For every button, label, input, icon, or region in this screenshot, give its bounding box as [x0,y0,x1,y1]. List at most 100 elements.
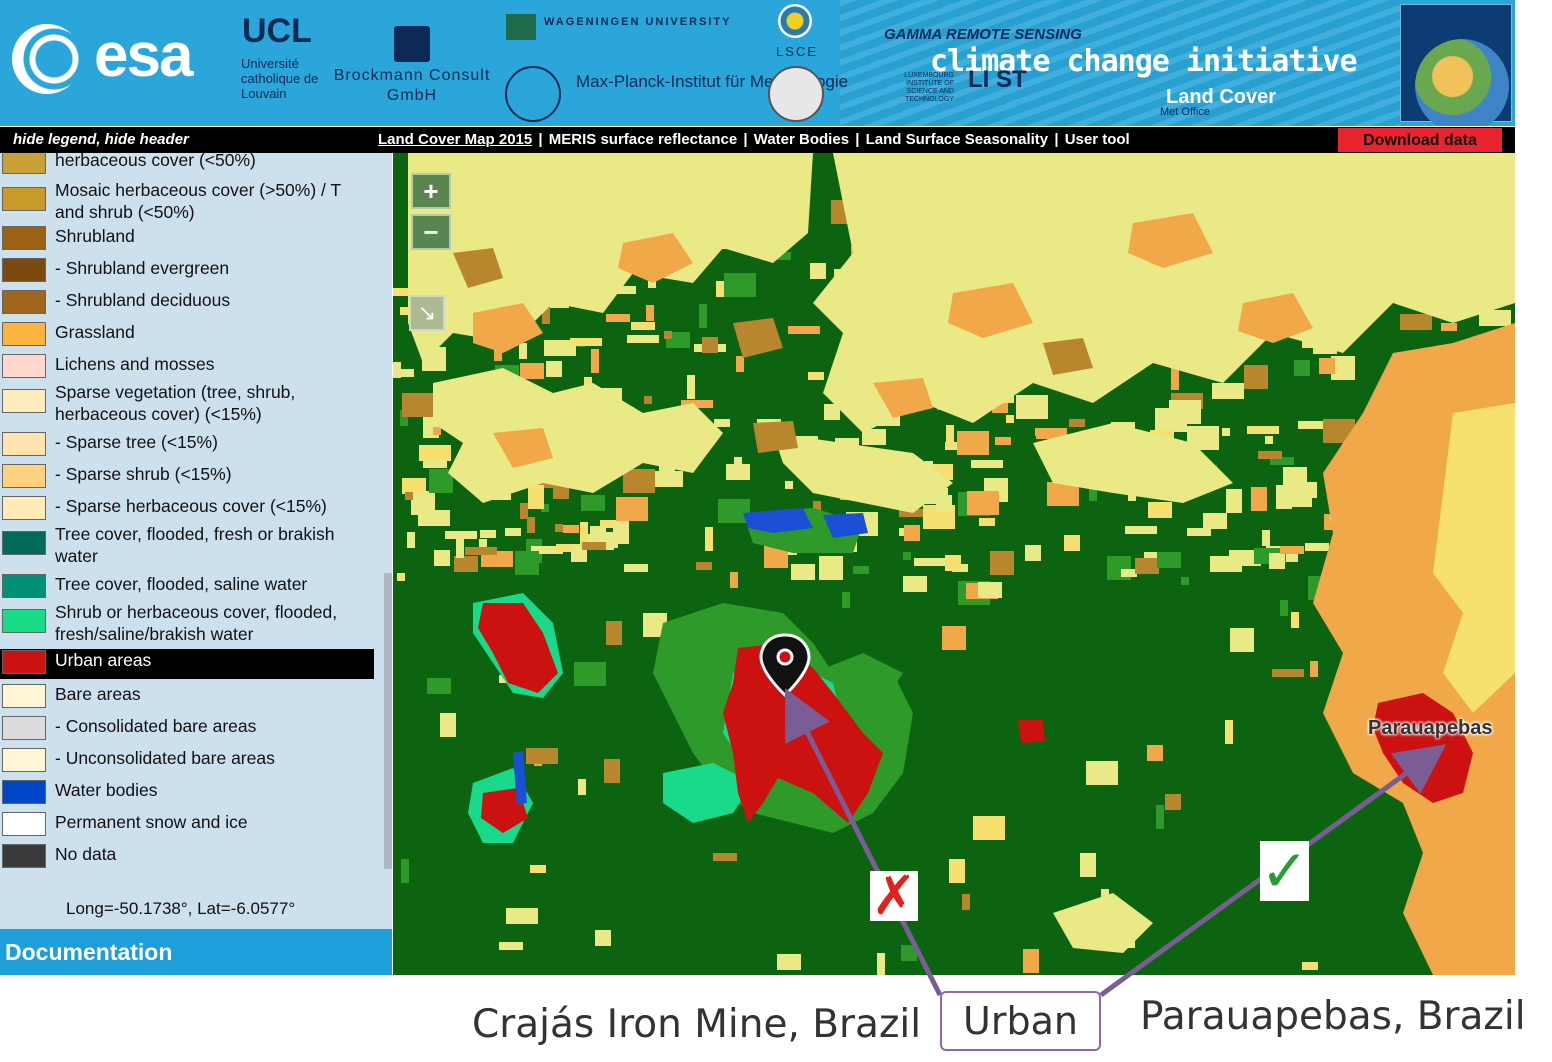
legend-item[interactable]: - Shrubland evergreen [0,257,374,283]
landcover-pixel [627,335,659,343]
landcover-pixel [434,550,450,566]
legend-item[interactable]: - Sparse shrub (<15%) [0,463,374,489]
caption-parauapebas: Parauapebas, Brazil [1140,994,1526,1039]
landcover-pixel [398,369,414,377]
legend-label: Water bodies [55,780,158,800]
landcover-pixel [526,748,558,764]
link-land-cover-map[interactable]: Land Cover Map 2015 [378,131,532,148]
legend-item[interactable]: Mosaic herbaceous cover (>50%) / T and s… [0,179,374,223]
landcover-pixel [1265,436,1273,444]
land-cover-map[interactable]: + − ↘ Parauapebas [393,153,1515,975]
legend-swatch [2,432,46,456]
link-separator: | [1054,131,1059,148]
link-user-tool[interactable]: User tool [1065,131,1130,148]
landcover-pixel [904,525,920,541]
landcover-pixel [1251,487,1267,511]
zoom-in-button[interactable]: + [411,173,451,209]
map-canvas[interactable] [393,153,1515,975]
legend-swatch [2,389,46,413]
landcover-pixel [1156,805,1164,829]
legend-item[interactable]: Permanent snow and ice [0,811,374,837]
link-land-surface-seasonality[interactable]: Land Surface Seasonality [866,131,1049,148]
landcover-pixel [942,626,966,650]
landcover-pixel [423,460,447,468]
legend-item[interactable]: - Shrubland deciduous [0,289,374,315]
landcover-pixel [646,305,654,321]
esa-logo-text: esa [94,21,193,90]
legend-item[interactable]: herbaceous cover (<50%) [0,153,374,174]
landcover-pixel [578,779,586,795]
legend-item[interactable]: Sparse vegetation (tree, shrub, herbaceo… [0,381,374,425]
legend-item[interactable]: - Sparse tree (<15%) [0,431,374,457]
landcover-pixel [393,288,409,296]
landcover-pixel [590,526,606,542]
landcover-pixel [1023,949,1039,973]
legend-item[interactable]: Shrubland [0,225,374,251]
documentation-header[interactable]: Documentation [0,929,392,975]
legend-scrollbar[interactable] [384,573,392,869]
landcover-pixel [1280,546,1304,554]
link-meris-reflectance[interactable]: MERIS surface reflectance [549,131,737,148]
hide-legend-header-link[interactable]: hide legend, hide header [13,131,189,148]
landcover-pixel [714,419,730,427]
legend-item[interactable]: Grassland [0,321,374,347]
legend-swatch [2,650,46,674]
legend-swatch [2,290,46,314]
legend-swatch [2,684,46,708]
landcover-pixel [808,372,824,380]
wageningen-logo-icon [506,14,536,40]
legend-item[interactable]: No data [0,843,374,869]
landcover-pixel [405,492,413,500]
landcover-pixel [903,552,911,560]
landcover-pixel [1258,451,1282,459]
globe-thumbnail[interactable] [1400,4,1512,126]
landcover-pixel [1148,502,1172,518]
landcover-pixel [901,945,917,961]
legend-swatch [2,748,46,772]
download-data-button[interactable]: Download data [1338,128,1502,152]
legend-swatch [2,354,46,378]
legend-item[interactable]: Bare areas [0,683,374,709]
landcover-pixel [724,273,756,297]
landcover-pixel [945,555,961,571]
legend-item[interactable]: - Consolidated bare areas [0,715,374,741]
legend-item[interactable]: Urban areas [0,649,374,679]
landcover-pixel [1294,360,1310,376]
brockmann-logo-text: Brockmann Consult GmbH [333,67,491,104]
landcover-pixel [454,556,478,572]
legend-item[interactable]: - Sparse herbaceous cover (<15%) [0,495,374,521]
landcover-pixel [616,497,648,521]
landcover-pixel [1305,543,1329,551]
legend-item[interactable]: Tree cover, flooded, fresh or brakish wa… [0,523,374,567]
rotate-north-button[interactable]: ↘ [409,295,445,331]
link-water-bodies[interactable]: Water Bodies [754,131,849,148]
esa-logo-icon [12,24,82,94]
landcover-pixel [696,562,712,570]
product-links: Land Cover Map 2015 | MERIS surface refl… [378,131,1130,148]
ucl-logo-subtitle: Université catholique de Louvain [241,56,319,101]
zoom-out-button[interactable]: − [411,214,451,250]
landcover-pixel [401,859,409,883]
landcover-pixel [1125,526,1157,534]
landcover-pixel [570,338,602,346]
landcover-pixel [480,530,496,538]
legend-item[interactable]: - Unconsolidated bare areas [0,747,374,773]
landcover-pixel [418,510,450,526]
legend-swatch [2,258,46,282]
legend-item[interactable]: Tree cover, flooded, saline water [0,573,374,599]
landcover-pixel [440,713,456,737]
legend-item[interactable]: Water bodies [0,779,374,805]
legend-item[interactable]: Lichens and mosses [0,353,374,379]
legend-item[interactable]: Shrub or herbaceous cover, flooded, fres… [0,601,374,645]
legend-label: Shrub or herbaceous cover, flooded, fres… [55,602,338,644]
legend-label: - Sparse tree (<15%) [55,432,218,452]
legend-label: Permanent snow and ice [55,812,248,832]
legend-label: Lichens and mosses [55,354,215,374]
landcover-pixel [397,573,405,581]
navigation-bar: hide legend, hide header Land Cover Map … [0,127,1515,153]
landcover-pixel [1400,314,1432,330]
landcover-pixel [664,331,672,339]
landcover-pixel [777,954,801,970]
landcover-pixel [1080,853,1096,877]
check-icon: ✓ [1260,837,1309,905]
